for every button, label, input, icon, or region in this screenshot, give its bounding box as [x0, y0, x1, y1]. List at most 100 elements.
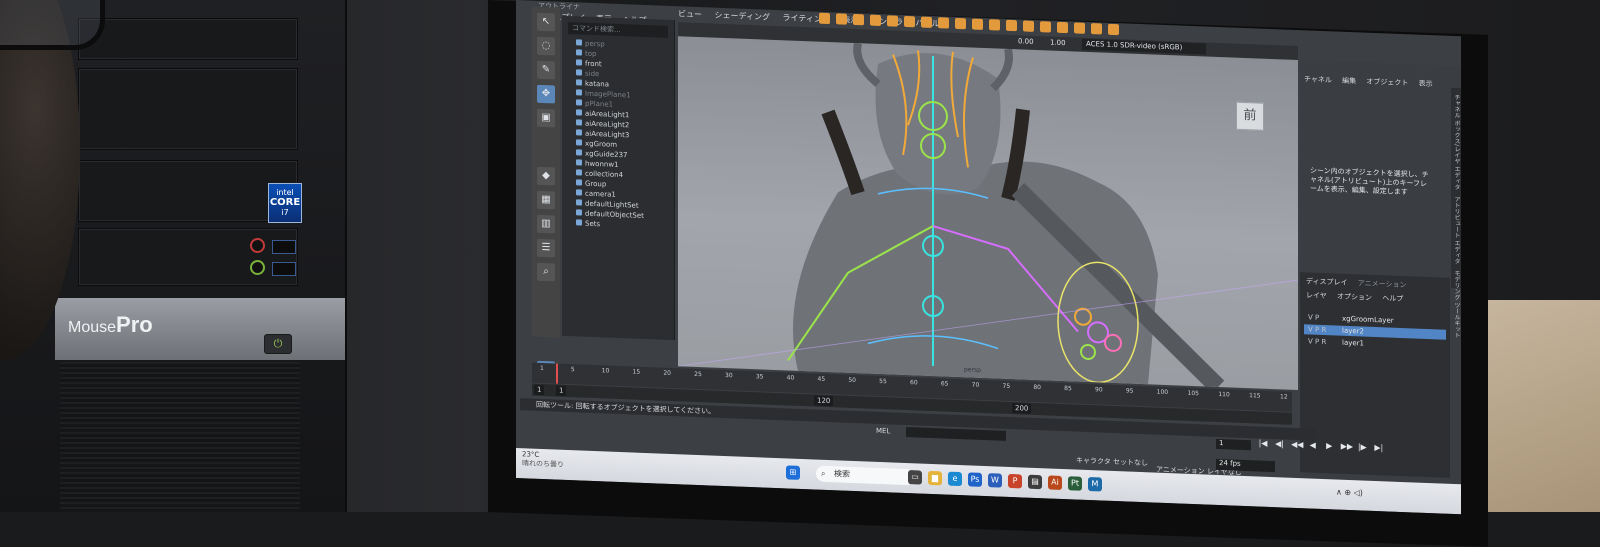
- gamma-field[interactable]: 1.00: [1050, 39, 1066, 50]
- layout-stack-icon[interactable]: ☰: [537, 238, 555, 258]
- search-icon[interactable]: ⌕: [537, 262, 555, 282]
- side-tab-modeling-toolkit[interactable]: モデリング ツールキット: [1452, 270, 1461, 338]
- layout-four-icon[interactable]: ▦: [537, 190, 555, 210]
- play-forwards-icon[interactable]: ▶: [1324, 441, 1334, 451]
- node-icon: [576, 159, 582, 166]
- shelf-tool-icon[interactable]: [836, 13, 847, 25]
- shelf-tool-icon[interactable]: [972, 18, 983, 30]
- shelf-tool-icon[interactable]: [870, 14, 881, 27]
- channel-menu-object[interactable]: オブジェクト: [1366, 78, 1408, 88]
- shelf-tool-icon[interactable]: [1108, 23, 1119, 36]
- weather-widget[interactable]: 23°C 晴れのち曇り: [522, 450, 602, 471]
- command-language-label[interactable]: MEL: [876, 427, 904, 436]
- layout-single-icon[interactable]: ◆: [537, 166, 555, 186]
- current-frame-field[interactable]: 1: [1216, 438, 1251, 451]
- photoshop-icon[interactable]: Ps: [968, 472, 982, 487]
- step-back-frame-icon[interactable]: ◀◀: [1291, 440, 1303, 450]
- time-tick-label: 15: [632, 368, 641, 376]
- substance-icon[interactable]: Pt: [1068, 476, 1082, 491]
- node-icon: [576, 209, 582, 216]
- mesh-panel: [60, 362, 300, 512]
- outliner-item-label: xgGuide237: [585, 149, 628, 160]
- time-tick-label: 55: [879, 377, 887, 386]
- drive-bay: [78, 68, 298, 150]
- outliner-item-label: aiAreaLight3: [585, 129, 630, 140]
- play-backwards-icon[interactable]: ◀: [1308, 440, 1318, 450]
- playback-start-field[interactable]: 1: [556, 385, 567, 396]
- time-tick-label: 80: [1033, 383, 1041, 392]
- 3d-viewport[interactable]: 前 persp: [678, 36, 1298, 391]
- task-view-icon[interactable]: ▭: [908, 470, 922, 485]
- side-tab-attribute-editor[interactable]: アトリビュート エディタ: [1452, 196, 1461, 264]
- shelf-tool-icon[interactable]: [1074, 22, 1085, 34]
- system-tray[interactable]: ∧ ⊕ ◁): [1336, 488, 1363, 498]
- channel-menu-bar: チャネル 編集 オブジェクト 表示: [1304, 74, 1454, 90]
- start-icon[interactable]: ⊞: [786, 465, 800, 480]
- step-forward-frame-icon[interactable]: ▶▶: [1341, 442, 1353, 452]
- edge-icon[interactable]: e: [948, 471, 962, 487]
- layer-menu-options[interactable]: オプション: [1337, 293, 1372, 302]
- shelf-tool-icon[interactable]: [1023, 20, 1034, 32]
- channel-box-hint: シーン内のオブジェクトを選択し、チャネル(アトリビュート)上のキーフレームを表示…: [1310, 166, 1429, 197]
- channel-menu-channels[interactable]: チャネル: [1304, 75, 1332, 84]
- word-icon[interactable]: W: [988, 473, 1002, 488]
- node-icon: [576, 99, 582, 106]
- step-back-key-icon[interactable]: ◀|: [1275, 439, 1285, 449]
- paint-tool-icon[interactable]: ✎: [537, 60, 555, 80]
- tab-display-layers[interactable]: ディスプレイ: [1306, 277, 1348, 287]
- shelf-tool-icon[interactable]: [887, 15, 898, 27]
- shelf-tool-icon[interactable]: [1091, 23, 1102, 35]
- range-start-field[interactable]: 1: [534, 384, 545, 396]
- shelf-tool-icon[interactable]: [921, 16, 932, 28]
- shelf-tool-icon[interactable]: [904, 15, 915, 28]
- time-tick-label: 70: [971, 381, 980, 389]
- taskbar-search[interactable]: ⌕ 検索: [816, 465, 914, 486]
- fps-select[interactable]: 24 fps: [1216, 458, 1275, 473]
- step-forward-key-icon[interactable]: |▶: [1357, 442, 1367, 452]
- shelf-tool-icon[interactable]: [1040, 21, 1051, 33]
- scale-tool-icon[interactable]: ▣: [537, 108, 555, 128]
- illustrator-icon[interactable]: Ai: [1048, 475, 1062, 490]
- go-to-end-icon[interactable]: ▶|: [1374, 443, 1384, 453]
- time-tick-label: 115: [1249, 392, 1261, 400]
- exposure-field[interactable]: 0.00: [1018, 37, 1034, 48]
- select-tool-icon[interactable]: ↖: [537, 12, 555, 32]
- channel-menu-edit[interactable]: 編集: [1342, 77, 1356, 86]
- lasso-tool-icon[interactable]: ◌: [537, 36, 555, 56]
- file-explorer-icon[interactable]: ▆: [928, 470, 942, 486]
- shelf-tool-icon[interactable]: [1057, 21, 1068, 34]
- shelf-tool-icon[interactable]: [1006, 19, 1017, 32]
- tab-animation-layers[interactable]: アニメーション: [1358, 279, 1407, 289]
- go-to-start-icon[interactable]: |◀: [1258, 439, 1268, 449]
- layer-menu-layers[interactable]: レイヤ: [1306, 291, 1327, 300]
- layer-flags[interactable]: V P: [1308, 312, 1342, 323]
- layer-flags[interactable]: V P R: [1308, 336, 1342, 347]
- shelf-tool-icon[interactable]: [955, 17, 966, 30]
- viewport-menu-shading[interactable]: シェーディング: [715, 11, 770, 22]
- range-end-field[interactable]: 200: [1012, 403, 1032, 414]
- layer-flags[interactable]: V P R: [1308, 324, 1342, 335]
- powerpoint-icon[interactable]: P: [1008, 473, 1022, 489]
- outliner-item-label: side: [585, 69, 600, 79]
- view-cube[interactable]: 前: [1236, 101, 1264, 131]
- layout-side-icon[interactable]: ▥: [537, 214, 555, 234]
- shelf-tool-icon[interactable]: [989, 19, 1000, 31]
- maya-taskbar-icon[interactable]: M: [1088, 476, 1102, 492]
- search-icon: ⌕: [821, 468, 826, 478]
- layer-menu-help[interactable]: ヘルプ: [1382, 294, 1403, 303]
- shelf-tool-icon[interactable]: [853, 13, 864, 26]
- shelf-tool-icon[interactable]: [938, 17, 949, 29]
- node-icon: [576, 129, 582, 136]
- channel-menu-show[interactable]: 表示: [1419, 80, 1433, 89]
- time-tick-label: 50: [848, 376, 856, 385]
- viewport-menu-view[interactable]: ビュー: [678, 9, 702, 19]
- playback-end-field[interactable]: 120: [814, 395, 834, 407]
- side-tab-channel-box[interactable]: チャネル ボックス/レイヤ エディタ: [1452, 94, 1461, 190]
- command-input[interactable]: [906, 426, 1007, 441]
- outliner-search-input[interactable]: コマンド検索...: [568, 21, 668, 38]
- character-set-select[interactable]: キャラクタ セットなし: [1076, 456, 1148, 469]
- move-tool-icon[interactable]: ✥: [537, 84, 555, 104]
- playhead[interactable]: [556, 363, 558, 384]
- shelf-tool-icon[interactable]: [819, 12, 830, 25]
- app-icon[interactable]: ▤: [1028, 474, 1042, 490]
